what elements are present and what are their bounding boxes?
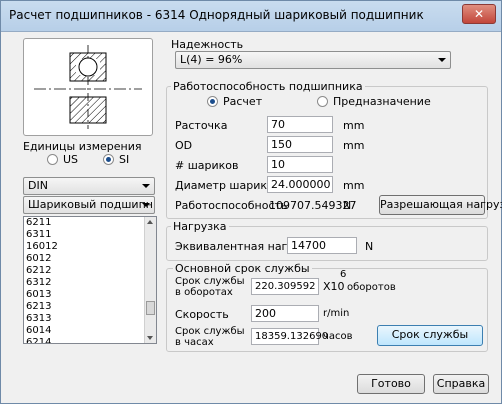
help-button[interactable]: Справка xyxy=(433,374,489,394)
od-unit: mm xyxy=(343,139,365,152)
rev-unit: оборотов xyxy=(347,282,396,293)
od-label: OD xyxy=(175,139,193,152)
load-label: Нагрузка xyxy=(171,220,229,233)
close-button[interactable]: ✕ xyxy=(462,4,496,24)
scroll-down-icon[interactable] xyxy=(147,336,153,340)
radio-us[interactable] xyxy=(47,154,58,165)
list-item[interactable]: 6312 xyxy=(24,277,156,289)
od-field[interactable]: 150 xyxy=(267,136,333,153)
list-item[interactable]: 6212 xyxy=(24,265,156,277)
radio-purpose-label: Предназначение xyxy=(333,95,431,108)
scroll-up-icon[interactable] xyxy=(147,220,153,224)
dialog-body: Единицы измерения US SI DIN Шариковый по… xyxy=(9,32,502,397)
title-bar[interactable]: Расчет подшипников - 6314 Однорядный шар… xyxy=(1,1,501,32)
radio-calc[interactable] xyxy=(207,96,218,107)
chevron-down-icon xyxy=(438,58,446,62)
rev-exp: 6 xyxy=(340,269,347,280)
balls-label: # шариков xyxy=(175,159,239,172)
radio-calc-label: Расчет xyxy=(223,95,263,108)
list-item[interactable]: 6213 xyxy=(24,301,156,313)
reliability-label: Надежность xyxy=(171,38,244,51)
speed-label: Скорость xyxy=(175,308,229,321)
chevron-down-icon xyxy=(142,203,150,207)
bearing-drawing xyxy=(34,45,142,129)
ball-dia-unit: mm xyxy=(343,179,365,192)
eq-load-field[interactable]: 14700 xyxy=(287,237,357,254)
hours-life-label: Срок службы в часах xyxy=(175,326,245,348)
hours-life-field[interactable]: 18359.132690 xyxy=(251,328,328,345)
ok-button[interactable]: Готово xyxy=(357,374,425,394)
list-item[interactable]: 6313 xyxy=(24,313,156,325)
radio-si-label: SI xyxy=(119,153,130,166)
capacity-group: Работоспособность подшипника Расчет Пред… xyxy=(166,80,502,219)
list-scrollbar[interactable] xyxy=(144,217,156,343)
reliability-value: L(4) = 96% xyxy=(180,53,243,66)
load-group: Нагрузка Эквивалентная нагрузка 14700 N xyxy=(166,220,488,261)
list-item[interactable]: 6311 xyxy=(24,229,156,241)
bore-field[interactable]: 70 xyxy=(267,116,333,133)
dialog-window: Расчет подшипников - 6314 Однорядный шар… xyxy=(0,0,502,404)
type-select-value: Шариковый подшипник с р xyxy=(28,198,154,211)
life-group: Основной срок службы Срок службы в оборо… xyxy=(166,262,488,352)
chevron-down-icon xyxy=(142,184,150,188)
list-item[interactable]: 16012 xyxy=(24,241,156,253)
list-item[interactable]: 6214 xyxy=(24,337,156,343)
allowable-load-button[interactable]: Разрешающая нагрузка xyxy=(379,195,502,215)
radio-si[interactable] xyxy=(103,154,114,165)
rev-life-field[interactable]: 220.309592 xyxy=(251,278,319,295)
balls-field[interactable]: 10 xyxy=(267,156,333,173)
ball-dia-label: Диаметр шариков xyxy=(175,179,281,192)
units-group: US SI xyxy=(23,150,147,170)
standard-select-value: DIN xyxy=(28,179,48,192)
type-select[interactable]: Шариковый подшипник с р xyxy=(23,196,155,214)
list-item[interactable]: 6211 xyxy=(24,217,156,229)
bearing-list-items: 6211 6311 16012 6012 6212 6312 6013 6213 6313 601… xyxy=(24,217,156,343)
rev-mult: X10 xyxy=(323,280,345,293)
list-item[interactable]: 6014 xyxy=(24,325,156,337)
ball-dia-field[interactable]: 24.000000 xyxy=(267,176,333,193)
life-label: Основной срок службы xyxy=(173,262,312,275)
bore-label: Расточка xyxy=(175,119,228,132)
hours-unit: часов xyxy=(323,331,353,342)
rev-life-label: Срок службы в оборотах xyxy=(175,276,245,298)
radio-purpose[interactable] xyxy=(317,96,328,107)
window-title: Расчет подшипников - 6314 Однорядный шар… xyxy=(9,8,424,22)
scroll-thumb[interactable] xyxy=(146,301,155,315)
speed-unit: r/min xyxy=(323,308,350,319)
bearing-list[interactable]: 6211 6311 16012 6012 6212 6312 6013 6213 6313 601… xyxy=(23,216,157,344)
radio-us-label: US xyxy=(63,153,79,166)
eq-load-unit: N xyxy=(365,240,374,253)
reliability-select[interactable]: L(4) = 96% xyxy=(175,51,451,69)
life-button[interactable]: Срок службы xyxy=(377,325,483,346)
rating-unit: N xyxy=(343,199,352,212)
standard-select[interactable]: DIN xyxy=(23,177,155,195)
list-item[interactable]: 6013 xyxy=(24,289,156,301)
speed-field[interactable]: 200 xyxy=(251,305,319,322)
list-item[interactable]: 6012 xyxy=(24,253,156,265)
bore-unit: mm xyxy=(343,119,365,132)
bearing-diagram xyxy=(23,38,153,136)
capacity-label: Работоспособность подшипника xyxy=(171,80,365,93)
